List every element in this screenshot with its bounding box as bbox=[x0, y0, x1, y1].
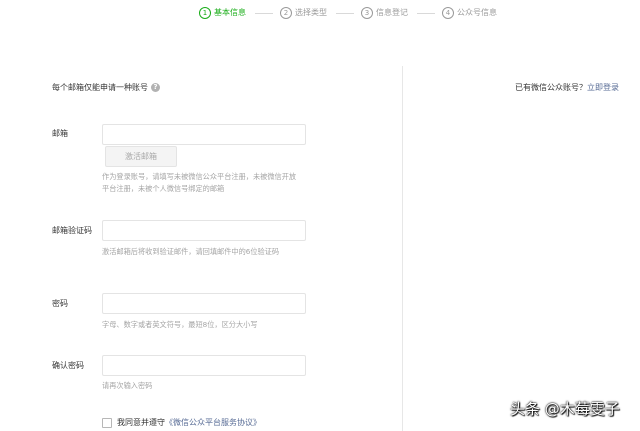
account-note: 每个邮箱仅能申请一种账号 ? bbox=[52, 82, 160, 93]
step-label: 公众号信息 bbox=[457, 8, 497, 17]
step-label: 选择类型 bbox=[295, 8, 327, 17]
step-basic-info: 1 基本信息 bbox=[199, 6, 246, 20]
step-connector bbox=[255, 13, 273, 14]
confirm-password-tip: 请再次输入密码 bbox=[102, 381, 153, 390]
step-number: 1 bbox=[199, 7, 211, 19]
verification-code-field[interactable] bbox=[102, 220, 306, 241]
login-hint: 已有微信公众账号？立即登录 bbox=[515, 82, 619, 93]
code-tip: 激活邮箱后将收到验证邮件，请回填邮件中的6位验证码 bbox=[102, 247, 280, 256]
password-label: 密码 bbox=[52, 299, 68, 308]
step-connector bbox=[417, 13, 435, 14]
step-info-register: 3 信息登记 bbox=[361, 6, 408, 20]
step-account-info: 4 公众号信息 bbox=[442, 6, 497, 20]
column-divider bbox=[402, 66, 403, 431]
email-label: 邮箱 bbox=[52, 129, 68, 138]
watermark: 头条 @木莓雯子 bbox=[510, 400, 620, 418]
login-link[interactable]: 立即登录 bbox=[587, 83, 619, 92]
agreement-checkbox[interactable] bbox=[102, 417, 112, 428]
agreement-link[interactable]: 《微信公众平台服务协议》 bbox=[165, 417, 261, 428]
login-hint-text: 已有微信公众账号？ bbox=[515, 83, 587, 92]
step-label: 信息登记 bbox=[376, 8, 408, 17]
account-note-text: 每个邮箱仅能申请一种账号 bbox=[52, 83, 148, 92]
activate-email-button[interactable]: 激活邮箱 bbox=[105, 146, 177, 167]
step-number: 2 bbox=[280, 7, 292, 19]
step-label: 基本信息 bbox=[214, 8, 246, 17]
email-field[interactable] bbox=[102, 124, 306, 145]
confirm-password-field[interactable] bbox=[102, 355, 306, 376]
step-connector bbox=[336, 13, 354, 14]
agreement-row: 我同意并遵守 《微信公众平台服务协议》 bbox=[102, 417, 261, 428]
help-icon[interactable]: ? bbox=[151, 83, 160, 92]
confirm-password-label: 确认密码 bbox=[52, 361, 84, 370]
step-number: 4 bbox=[442, 7, 454, 19]
step-select-type: 2 选择类型 bbox=[280, 6, 327, 20]
password-tip: 字母、数字或者英文符号，最短8位，区分大小写 bbox=[102, 320, 258, 329]
password-field[interactable] bbox=[102, 293, 306, 314]
agreement-text: 我同意并遵守 bbox=[117, 418, 165, 427]
step-number: 3 bbox=[361, 7, 373, 19]
progress-steps: 1 基本信息 2 选择类型 3 信息登记 4 公众号信息 bbox=[0, 6, 640, 22]
email-tip: 作为登录账号，请填写未被微信公众平台注册，未被微信开放平台注册，未被个人微信号绑… bbox=[102, 172, 297, 193]
code-label: 邮箱验证码 bbox=[52, 226, 92, 235]
